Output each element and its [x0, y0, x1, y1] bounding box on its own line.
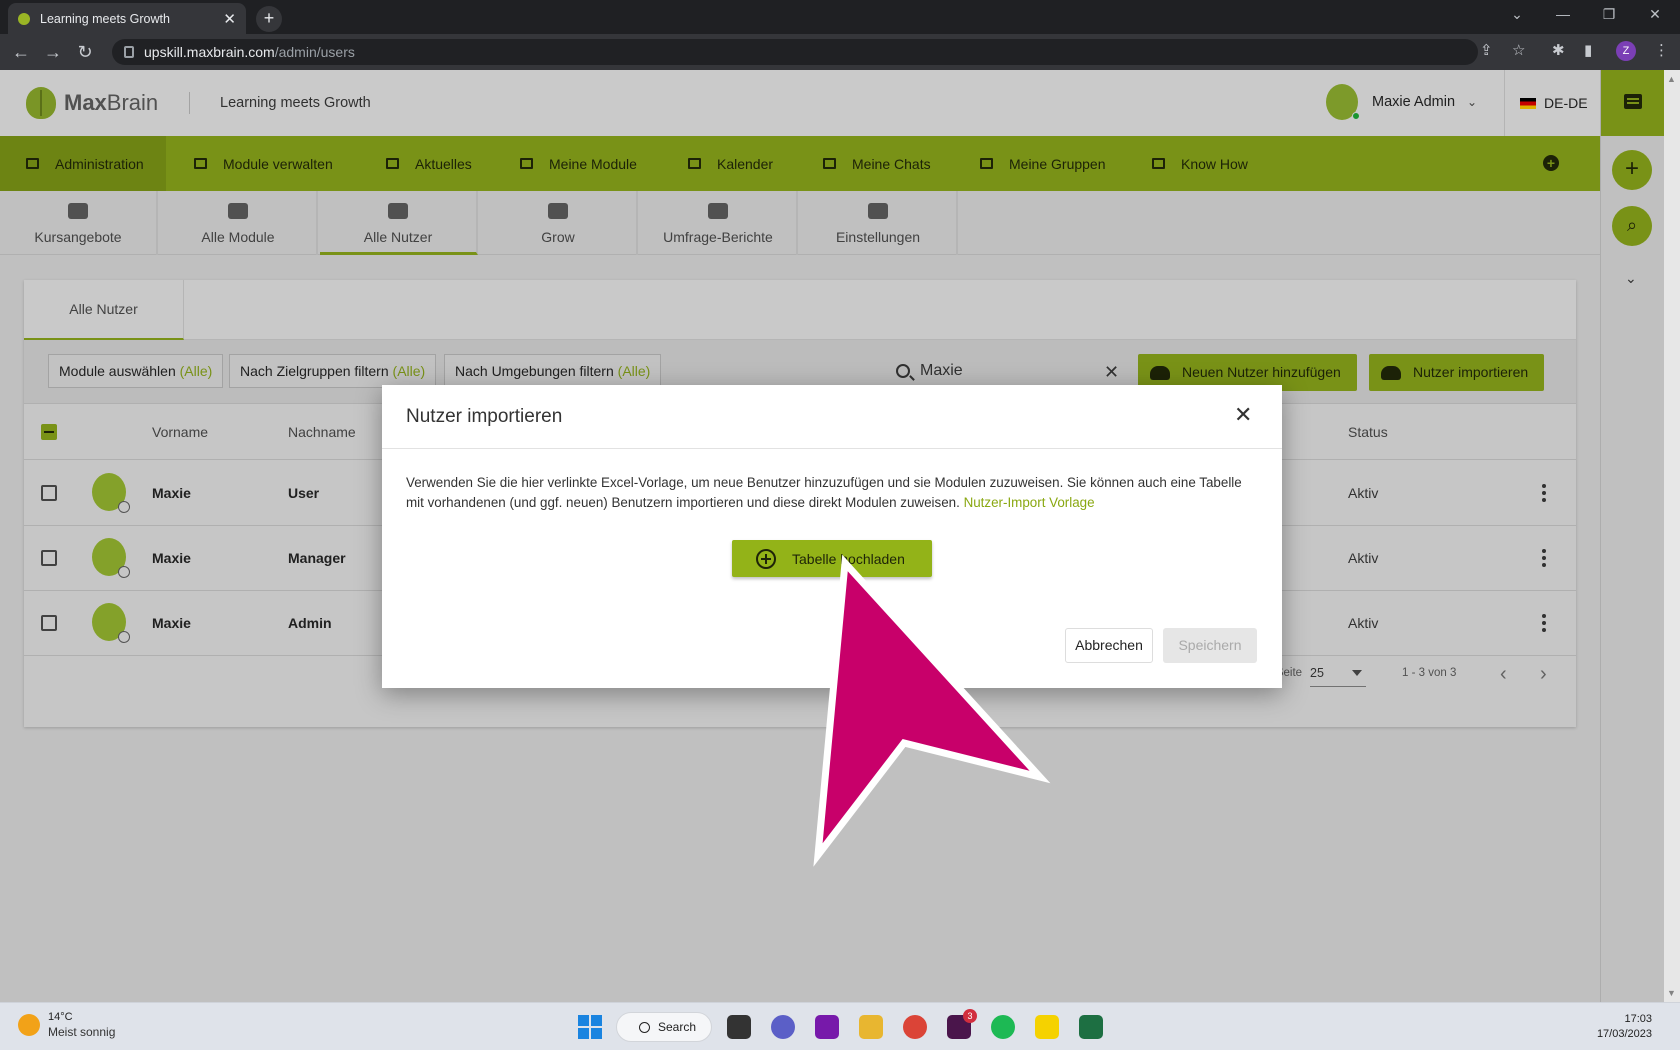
clock-time: 17:03: [1624, 1013, 1652, 1025]
side-panel-icon[interactable]: ▮: [1584, 41, 1592, 59]
address-bar-row: ← → ↻ upskill.maxbrain.com/admin/users ⇪…: [0, 34, 1680, 70]
close-window-icon[interactable]: ✕: [1632, 0, 1678, 30]
taskbar-search[interactable]: Search: [616, 1012, 712, 1042]
dialog-header: Nutzer importieren ✕: [382, 385, 1282, 449]
dialog-title: Nutzer importieren: [406, 406, 563, 427]
extensions-icon[interactable]: ✱: [1552, 41, 1565, 59]
browser-menu-icon[interactable]: ⋮: [1654, 41, 1669, 59]
miro-icon[interactable]: [1035, 1015, 1059, 1039]
browser-tab-title: Learning meets Growth: [40, 11, 170, 26]
spotify-icon[interactable]: [991, 1015, 1015, 1039]
excel-icon[interactable]: [1079, 1015, 1103, 1039]
url-input[interactable]: upskill.maxbrain.com/admin/users: [112, 39, 1478, 65]
new-tab-button[interactable]: +: [256, 6, 282, 32]
clock-date: 17/03/2023: [1596, 1028, 1652, 1040]
search-icon: [639, 1021, 650, 1033]
teams-chat-icon[interactable]: [771, 1015, 795, 1039]
slack-badge: 3: [963, 1009, 977, 1023]
windows-start-icon[interactable]: [578, 1015, 602, 1039]
reload-icon[interactable]: ↻: [74, 41, 96, 63]
minimize-icon[interactable]: —: [1540, 0, 1586, 30]
browser-tab[interactable]: Learning meets Growth ✕: [8, 3, 246, 34]
onenote-icon[interactable]: [815, 1015, 839, 1039]
close-tab-icon[interactable]: ✕: [223, 10, 236, 28]
task-view-icon[interactable]: [727, 1015, 751, 1039]
windows-taskbar: 14°C Meist sonnig Search 3 17:03 17/03/2…: [0, 1002, 1680, 1050]
slack-icon[interactable]: 3: [947, 1009, 977, 1039]
restore-icon[interactable]: ❐: [1586, 0, 1632, 30]
upload-table-button[interactable]: Tabelle hochladen: [732, 540, 932, 577]
import-template-link[interactable]: Nutzer-Import Vorlage: [964, 495, 1095, 510]
url-path: /admin/users: [274, 44, 355, 60]
share-icon[interactable]: ⇪: [1480, 41, 1493, 59]
cancel-button[interactable]: Abbrechen: [1065, 628, 1153, 663]
forward-icon[interactable]: →: [42, 41, 64, 63]
weather-widget[interactable]: 14°C Meist sonnig: [18, 1011, 115, 1039]
system-clock[interactable]: 17:03 17/03/2023: [1580, 1012, 1652, 1042]
file-explorer-icon[interactable]: [859, 1015, 883, 1039]
weather-temp: 14°C: [48, 1011, 73, 1023]
profile-avatar[interactable]: Z: [1616, 41, 1636, 61]
plus-circle-icon: [756, 548, 776, 569]
weather-desc: Meist sonnig: [48, 1025, 116, 1039]
favicon-icon: [18, 12, 30, 25]
lock-icon: [124, 46, 134, 58]
sun-icon: [18, 1014, 40, 1036]
bookmark-star-icon[interactable]: ☆: [1512, 41, 1525, 59]
tab-search-icon[interactable]: ⌄: [1494, 0, 1540, 30]
back-icon[interactable]: ←: [10, 41, 32, 63]
save-button[interactable]: Speichern: [1163, 628, 1257, 663]
browser-tabbar: Learning meets Growth ✕ + ⌄ — ❐ ✕: [0, 0, 1680, 34]
chrome-icon[interactable]: [903, 1015, 927, 1039]
dialog-description: Verwenden Sie die hier verlinkte Excel-V…: [406, 475, 1242, 510]
import-users-dialog: Nutzer importieren ✕ Verwenden Sie die h…: [382, 385, 1282, 688]
close-icon[interactable]: ✕: [1234, 402, 1252, 428]
url-host: upskill.maxbrain.com: [144, 44, 275, 60]
